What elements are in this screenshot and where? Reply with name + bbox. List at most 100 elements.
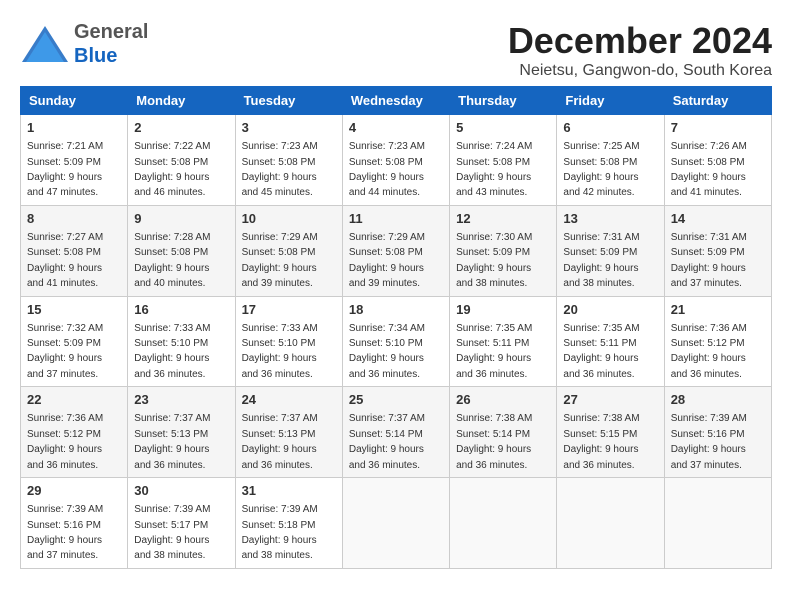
day-number: 3	[242, 119, 336, 137]
header-tuesday: Tuesday	[235, 87, 342, 115]
day-info: Sunrise: 7:29 AMSunset: 5:08 PMDaylight:…	[242, 232, 318, 289]
day-info: Sunrise: 7:27 AMSunset: 5:08 PMDaylight:…	[27, 232, 103, 289]
day-info: Sunrise: 7:30 AMSunset: 5:09 PMDaylight:…	[456, 232, 532, 289]
calendar-cell: 11 Sunrise: 7:29 AMSunset: 5:08 PMDayligh…	[342, 205, 449, 296]
day-number: 26	[456, 391, 550, 409]
calendar-body: 1 Sunrise: 7:21 AMSunset: 5:09 PMDaylight…	[21, 115, 772, 569]
day-number: 27	[563, 391, 657, 409]
day-number: 11	[349, 210, 443, 228]
day-info: Sunrise: 7:35 AMSunset: 5:11 PMDaylight:…	[563, 323, 639, 380]
calendar-table: SundayMondayTuesdayWednesdayThursdayFrid…	[20, 86, 772, 569]
day-info: Sunrise: 7:23 AMSunset: 5:08 PMDaylight:…	[242, 141, 318, 198]
calendar-cell: 28Sunrise: 7:39 AMSunset: 5:16 PMDayligh…	[664, 387, 771, 478]
calendar-cell	[664, 478, 771, 569]
week-row-0: 1 Sunrise: 7:21 AMSunset: 5:09 PMDaylight…	[21, 115, 772, 206]
day-number: 19	[456, 301, 550, 319]
calendar-cell: 30Sunrise: 7:39 AMSunset: 5:17 PMDayligh…	[128, 478, 235, 569]
day-info: Sunrise: 7:23 AMSunset: 5:08 PMDaylight:…	[349, 141, 425, 198]
day-number: 7	[671, 119, 765, 137]
day-number: 6	[563, 119, 657, 137]
day-number: 25	[349, 391, 443, 409]
calendar-cell: 18 Sunrise: 7:34 AMSunset: 5:10 PMDayligh…	[342, 296, 449, 387]
week-row-1: 8 Sunrise: 7:27 AMSunset: 5:08 PMDaylight…	[21, 205, 772, 296]
day-number: 20	[563, 301, 657, 319]
day-number: 23	[134, 391, 228, 409]
day-number: 21	[671, 301, 765, 319]
day-number: 17	[242, 301, 336, 319]
header-wednesday: Wednesday	[342, 87, 449, 115]
day-number: 29	[27, 482, 121, 500]
day-number: 31	[242, 482, 336, 500]
calendar-cell: 31Sunrise: 7:39 AMSunset: 5:18 PMDayligh…	[235, 478, 342, 569]
day-info: Sunrise: 7:25 AMSunset: 5:08 PMDaylight:…	[563, 141, 639, 198]
day-info: Sunrise: 7:39 AMSunset: 5:16 PMDaylight:…	[671, 413, 747, 470]
day-info: Sunrise: 7:39 AMSunset: 5:17 PMDaylight:…	[134, 504, 210, 561]
header-friday: Friday	[557, 87, 664, 115]
calendar-cell: 17Sunrise: 7:33 AMSunset: 5:10 PMDayligh…	[235, 296, 342, 387]
day-number: 2	[134, 119, 228, 137]
day-number: 9	[134, 210, 228, 228]
day-info: Sunrise: 7:34 AMSunset: 5:10 PMDaylight:…	[349, 323, 425, 380]
day-number: 1	[27, 119, 121, 137]
calendar-cell: 25 Sunrise: 7:37 AMSunset: 5:14 PMDayligh…	[342, 387, 449, 478]
day-number: 14	[671, 210, 765, 228]
calendar-cell: 24Sunrise: 7:37 AMSunset: 5:13 PMDayligh…	[235, 387, 342, 478]
day-number: 18	[349, 301, 443, 319]
logo: General Blue	[20, 20, 148, 68]
calendar-cell: 5 Sunrise: 7:24 AMSunset: 5:08 PMDaylight…	[450, 115, 557, 206]
logo-text: General Blue	[74, 20, 148, 68]
subtitle: Neietsu, Gangwon-do, South Korea	[508, 62, 772, 80]
calendar-cell: 27 Sunrise: 7:38 AMSunset: 5:15 PMDayligh…	[557, 387, 664, 478]
calendar-cell: 14Sunrise: 7:31 AMSunset: 5:09 PMDayligh…	[664, 205, 771, 296]
title-area: December 2024 Neietsu, Gangwon-do, South…	[508, 20, 772, 80]
day-info: Sunrise: 7:37 AMSunset: 5:14 PMDaylight:…	[349, 413, 425, 470]
calendar-cell: 12 Sunrise: 7:30 AMSunset: 5:09 PMDayligh…	[450, 205, 557, 296]
header-monday: Monday	[128, 87, 235, 115]
logo-icon	[20, 24, 70, 64]
day-number: 15	[27, 301, 121, 319]
header: General Blue December 2024 Neietsu, Gang…	[20, 20, 772, 80]
calendar-cell	[342, 478, 449, 569]
calendar-cell: 16Sunrise: 7:33 AMSunset: 5:10 PMDayligh…	[128, 296, 235, 387]
day-number: 8	[27, 210, 121, 228]
day-info: Sunrise: 7:29 AMSunset: 5:08 PMDaylight:…	[349, 232, 425, 289]
calendar-cell	[450, 478, 557, 569]
calendar-cell: 20 Sunrise: 7:35 AMSunset: 5:11 PMDayligh…	[557, 296, 664, 387]
calendar-cell: 9 Sunrise: 7:28 AMSunset: 5:08 PMDaylight…	[128, 205, 235, 296]
calendar-header-row: SundayMondayTuesdayWednesdayThursdayFrid…	[21, 87, 772, 115]
day-number: 22	[27, 391, 121, 409]
day-info: Sunrise: 7:35 AMSunset: 5:11 PMDaylight:…	[456, 323, 532, 380]
week-row-3: 22Sunrise: 7:36 AMSunset: 5:12 PMDayligh…	[21, 387, 772, 478]
calendar-cell: 4 Sunrise: 7:23 AMSunset: 5:08 PMDaylight…	[342, 115, 449, 206]
calendar-cell: 21 Sunrise: 7:36 AMSunset: 5:12 PMDayligh…	[664, 296, 771, 387]
day-info: Sunrise: 7:28 AMSunset: 5:08 PMDaylight:…	[134, 232, 210, 289]
day-info: Sunrise: 7:31 AMSunset: 5:09 PMDaylight:…	[563, 232, 639, 289]
day-number: 13	[563, 210, 657, 228]
calendar-cell: 29 Sunrise: 7:39 AMSunset: 5:16 PMDayligh…	[21, 478, 128, 569]
day-info: Sunrise: 7:22 AMSunset: 5:08 PMDaylight:…	[134, 141, 210, 198]
calendar-cell: 8 Sunrise: 7:27 AMSunset: 5:08 PMDaylight…	[21, 205, 128, 296]
month-title: December 2024	[508, 20, 772, 62]
week-row-2: 15Sunrise: 7:32 AMSunset: 5:09 PMDayligh…	[21, 296, 772, 387]
calendar-cell: 6 Sunrise: 7:25 AMSunset: 5:08 PMDaylight…	[557, 115, 664, 206]
day-number: 24	[242, 391, 336, 409]
day-number: 12	[456, 210, 550, 228]
calendar-cell: 15Sunrise: 7:32 AMSunset: 5:09 PMDayligh…	[21, 296, 128, 387]
day-info: Sunrise: 7:39 AMSunset: 5:16 PMDaylight:…	[27, 504, 103, 561]
day-info: Sunrise: 7:21 AMSunset: 5:09 PMDaylight:…	[27, 141, 103, 198]
calendar-cell: 23Sunrise: 7:37 AMSunset: 5:13 PMDayligh…	[128, 387, 235, 478]
calendar-cell: 13 Sunrise: 7:31 AMSunset: 5:09 PMDayligh…	[557, 205, 664, 296]
day-info: Sunrise: 7:38 AMSunset: 5:15 PMDaylight:…	[563, 413, 639, 470]
calendar-cell: 19 Sunrise: 7:35 AMSunset: 5:11 PMDayligh…	[450, 296, 557, 387]
day-info: Sunrise: 7:36 AMSunset: 5:12 PMDaylight:…	[671, 323, 747, 380]
day-number: 5	[456, 119, 550, 137]
calendar-cell: 10 Sunrise: 7:29 AMSunset: 5:08 PMDayligh…	[235, 205, 342, 296]
day-info: Sunrise: 7:24 AMSunset: 5:08 PMDaylight:…	[456, 141, 532, 198]
day-number: 4	[349, 119, 443, 137]
day-number: 10	[242, 210, 336, 228]
calendar-cell: 2 Sunrise: 7:22 AMSunset: 5:08 PMDaylight…	[128, 115, 235, 206]
header-sunday: Sunday	[21, 87, 128, 115]
calendar-cell: 22Sunrise: 7:36 AMSunset: 5:12 PMDayligh…	[21, 387, 128, 478]
calendar-cell: 7 Sunrise: 7:26 AMSunset: 5:08 PMDaylight…	[664, 115, 771, 206]
day-info: Sunrise: 7:26 AMSunset: 5:08 PMDaylight:…	[671, 141, 747, 198]
